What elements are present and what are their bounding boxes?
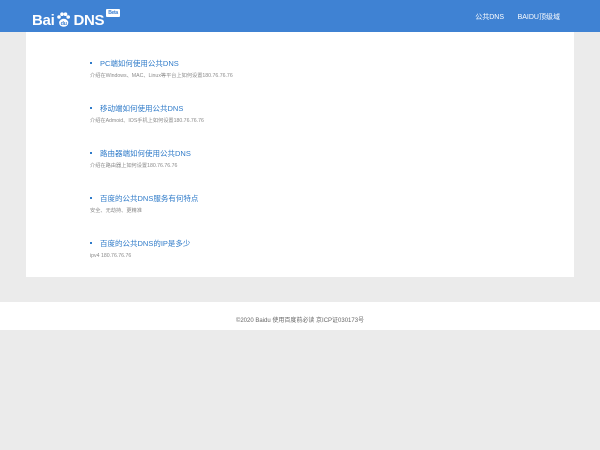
list-item: PC端如何使用公共DNS 介绍在Windows、MAC、Linux等平台上如何设…	[90, 59, 233, 80]
list-item: 百度的公共DNS的IP是多少 ipv4 180.76.76.76	[90, 239, 190, 260]
top-navigation-bar: Bai du DNS Beta 公共DNS BAIDU顶级域	[0, 0, 600, 32]
item-description: 介绍在Windows、MAC、Linux等平台上如何设置180.76.76.76	[90, 73, 233, 79]
svg-text:du: du	[61, 21, 67, 27]
logo-text-dns: DNS	[73, 12, 105, 29]
list-item: 路由器端如何使用公共DNS 介绍在路由器上如何设置180.76.76.76	[90, 149, 191, 170]
icp-link[interactable]: 京ICP证030173号	[316, 318, 364, 324]
item-title: 百度的公共DNS服务有何特点	[100, 194, 199, 203]
footer: ©2020 Baidu 使用百度前必读 京ICP证030173号	[0, 302, 600, 330]
item-title: 路由器端如何使用公共DNS	[100, 149, 191, 158]
logo-text-bai: Bai	[32, 12, 55, 29]
item-link-router[interactable]: 路由器端如何使用公共DNS	[90, 149, 191, 159]
item-link-features[interactable]: 百度的公共DNS服务有何特点	[90, 194, 198, 204]
item-link-pc[interactable]: PC端如何使用公共DNS	[90, 59, 233, 69]
item-title: 百度的公共DNS的IP是多少	[100, 239, 191, 248]
list-item: 移动端如何使用公共DNS 介绍在Admoid、IOS手机上如何设置180.76.…	[90, 104, 204, 125]
item-title: PC端如何使用公共DNS	[100, 59, 179, 68]
bullet-icon	[90, 152, 92, 155]
baidu-dns-logo[interactable]: Bai du DNS Beta	[32, 5, 120, 29]
item-link-mobile[interactable]: 移动端如何使用公共DNS	[90, 104, 204, 114]
paw-icon: du	[55, 11, 72, 28]
bullet-icon	[90, 197, 92, 200]
list-item: 百度的公共DNS服务有何特点 安全、无劫持、更精准	[90, 194, 198, 215]
content-panel: PC端如何使用公共DNS 介绍在Windows、MAC、Linux等平台上如何设…	[26, 32, 574, 277]
item-description: 介绍在路由器上如何设置180.76.76.76	[90, 163, 178, 169]
nav-public-dns[interactable]: 公共DNS	[475, 12, 504, 22]
beta-badge: Beta	[106, 9, 120, 17]
item-description: 安全、无劫持、更精准	[90, 208, 142, 214]
bullet-icon	[90, 242, 92, 245]
bullet-icon	[90, 62, 92, 65]
item-title: 移动端如何使用公共DNS	[100, 104, 184, 113]
bullet-icon	[90, 107, 92, 110]
item-description: ipv4 180.76.76.76	[90, 253, 132, 259]
item-link-ip[interactable]: 百度的公共DNS的IP是多少	[90, 239, 190, 249]
terms-link[interactable]: 使用百度前必读	[272, 318, 314, 324]
copyright-text: ©2020 Baidu	[235, 318, 271, 324]
nav-baidu-tld[interactable]: BAIDU顶级域	[518, 12, 560, 22]
item-description: 介绍在Admoid、IOS手机上如何设置180.76.76.76	[90, 118, 204, 124]
footer-text: ©2020 Baidu 使用百度前必读 京ICP证030173号	[0, 315, 600, 324]
